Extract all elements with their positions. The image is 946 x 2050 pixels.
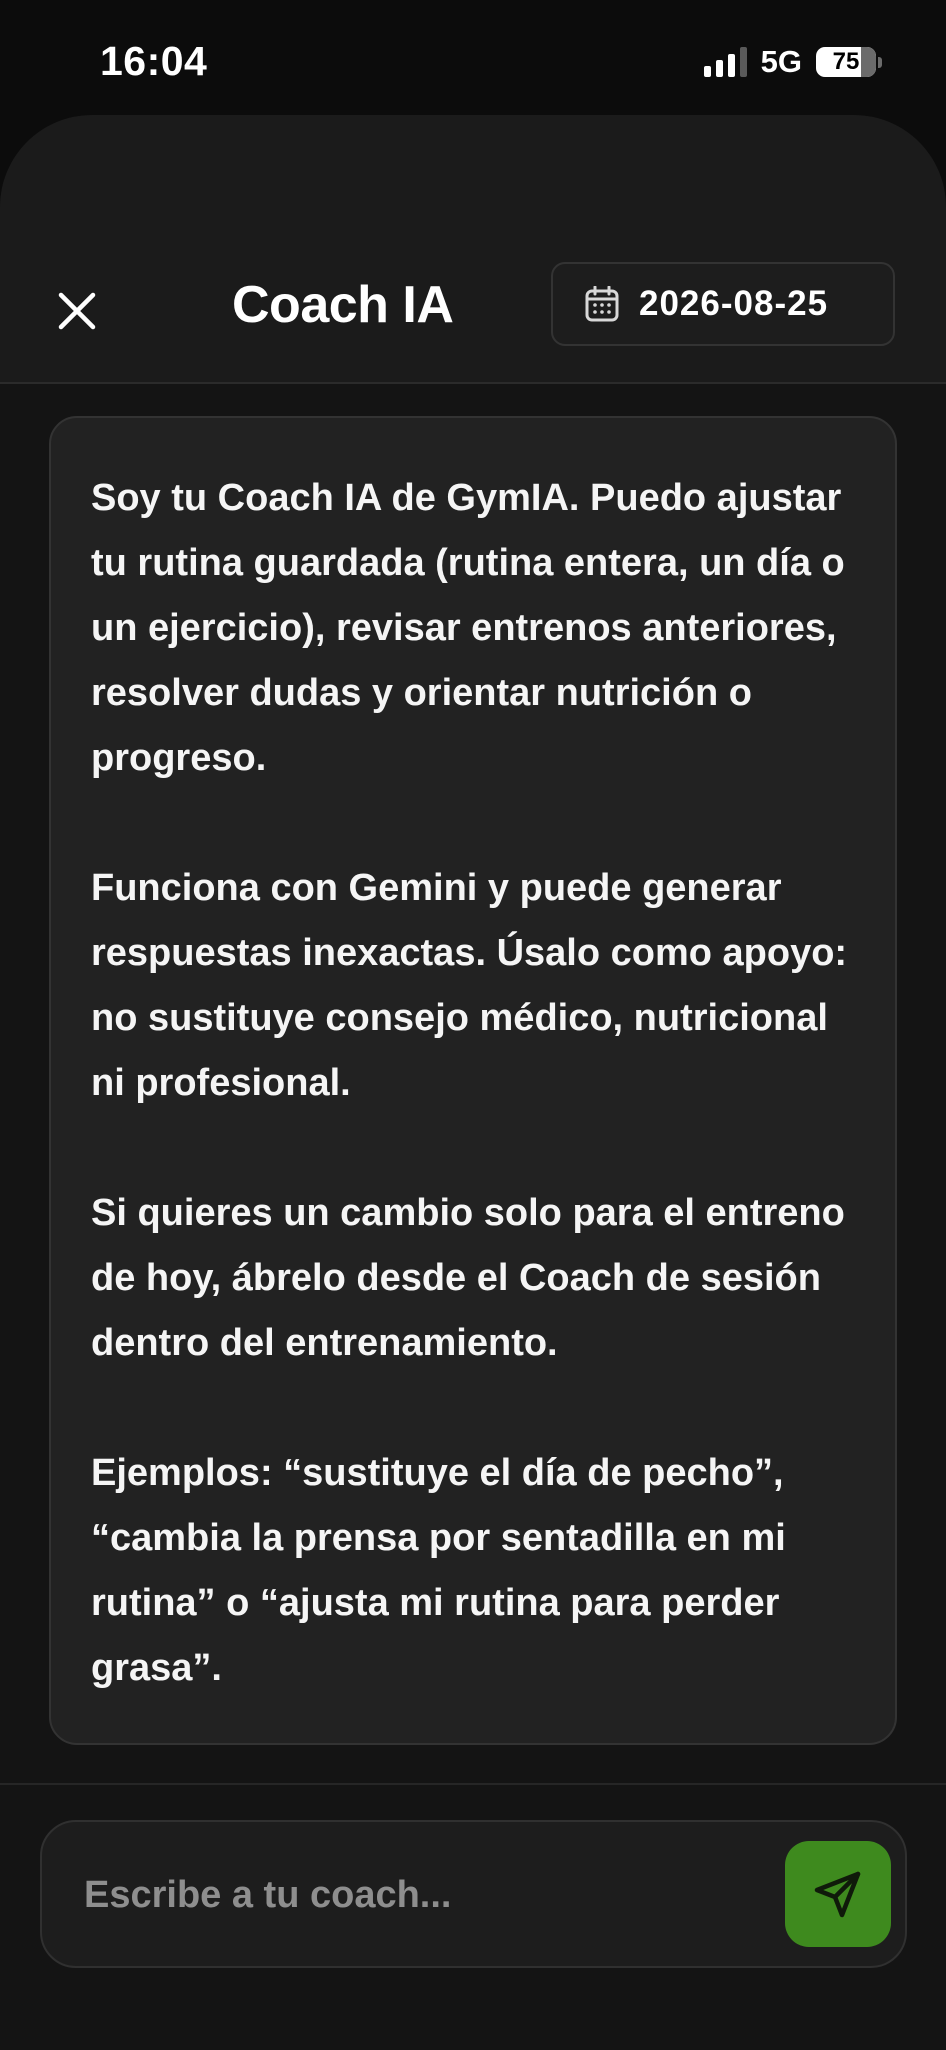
- send-icon: [814, 1871, 861, 1918]
- composer-area: [0, 1783, 946, 2050]
- battery-icon: 75: [816, 47, 876, 77]
- battery-nub: [878, 56, 882, 68]
- coach-message-bubble: Soy tu Coach IA de GymIA. Puedo ajustar …: [49, 416, 897, 1745]
- message-paragraph: Funciona con Gemini y puede generar resp…: [91, 867, 848, 1104]
- message-paragraph: Soy tu Coach IA de GymIA. Puedo ajustar …: [91, 477, 845, 779]
- network-label: 5G: [760, 44, 802, 79]
- message-paragraph: Ejemplos: “sustituye el día de pecho”, “…: [91, 1452, 786, 1689]
- calendar-icon: [585, 286, 619, 322]
- signal-icon: [703, 47, 747, 77]
- page-title: Coach IA: [232, 276, 454, 334]
- message-paragraph: Si quieres un cambio solo para el entren…: [91, 1192, 845, 1364]
- message-composer: [40, 1820, 907, 1968]
- send-button[interactable]: [785, 1841, 891, 1947]
- battery-level: 75: [832, 48, 860, 75]
- status-indicators: 5G 75: [703, 44, 882, 80]
- coach-sheet: Coach IA 2026-08-25 Soy tu Coach IA de G…: [0, 115, 946, 2050]
- sheet-header: Coach IA 2026-08-25: [0, 115, 946, 384]
- date-picker-button[interactable]: 2026-08-25: [551, 262, 895, 346]
- status-bar: 16:04 5G 75: [0, 0, 946, 118]
- close-icon: [58, 292, 96, 330]
- message-input[interactable]: [82, 1822, 786, 1968]
- date-label: 2026-08-25: [639, 284, 829, 323]
- status-time: 16:04: [100, 38, 208, 84]
- close-button[interactable]: [46, 280, 108, 342]
